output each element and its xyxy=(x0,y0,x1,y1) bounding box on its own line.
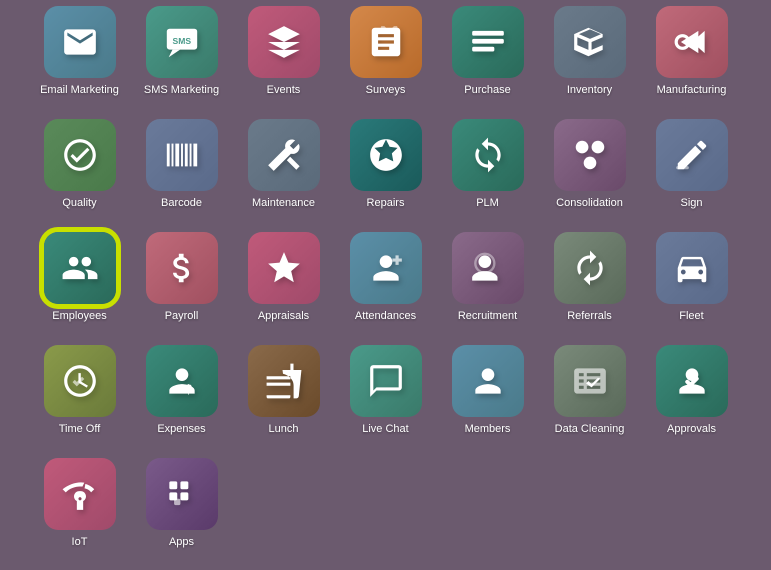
app-icon-employees xyxy=(44,232,116,304)
app-item-email-marketing[interactable]: Email Marketing xyxy=(35,0,125,98)
app-label-events: Events xyxy=(267,84,301,97)
app-icon-apps xyxy=(146,458,218,530)
app-label-quality: Quality xyxy=(62,197,96,210)
app-label-recruitment: Recruitment xyxy=(458,310,517,323)
app-item-quality[interactable]: Quality xyxy=(35,106,125,211)
app-item-attendances[interactable]: Attendances xyxy=(341,219,431,324)
app-item-payroll[interactable]: Payroll xyxy=(137,219,227,324)
app-icon-consolidation xyxy=(554,119,626,191)
app-item-purchase[interactable]: Purchase xyxy=(443,0,533,98)
app-item-barcode[interactable]: Barcode xyxy=(137,106,227,211)
app-icon-fleet xyxy=(656,232,728,304)
app-item-plm[interactable]: PLM xyxy=(443,106,533,211)
app-icon-purchase xyxy=(452,6,524,78)
app-icon-recruitment xyxy=(452,232,524,304)
app-item-sms-marketing[interactable]: SMS SMS Marketing xyxy=(137,0,227,98)
app-item-consolidation[interactable]: Consolidation xyxy=(545,106,635,211)
app-icon-payroll xyxy=(146,232,218,304)
app-icon-approvals xyxy=(656,345,728,417)
app-icon-sign xyxy=(656,119,728,191)
app-icon-sms-marketing: SMS xyxy=(146,6,218,78)
app-icon-manufacturing xyxy=(656,6,728,78)
app-icon-members xyxy=(452,345,524,417)
app-label-apps: Apps xyxy=(169,536,194,549)
app-item-recruitment[interactable]: Recruitment xyxy=(443,219,533,324)
app-item-members[interactable]: Members xyxy=(443,332,533,437)
app-icon-inventory xyxy=(554,6,626,78)
app-label-attendances: Attendances xyxy=(355,310,416,323)
app-label-sign: Sign xyxy=(680,197,702,210)
app-label-repairs: Repairs xyxy=(367,197,405,210)
app-label-purchase: Purchase xyxy=(464,84,510,97)
app-icon-iot xyxy=(44,458,116,530)
app-label-referrals: Referrals xyxy=(567,310,612,323)
app-item-approvals[interactable]: Approvals xyxy=(647,332,737,437)
svg-text:SMS: SMS xyxy=(172,36,191,46)
app-icon-time-off xyxy=(44,345,116,417)
app-item-time-off[interactable]: Time Off xyxy=(35,332,125,437)
app-label-manufacturing: Manufacturing xyxy=(657,84,727,97)
app-label-time-off: Time Off xyxy=(59,423,101,436)
app-icon-referrals xyxy=(554,232,626,304)
app-item-maintenance[interactable]: Maintenance xyxy=(239,106,329,211)
app-icon-surveys xyxy=(350,6,422,78)
app-label-data-cleaning: Data Cleaning xyxy=(555,423,625,436)
app-label-expenses: Expenses xyxy=(157,423,205,436)
app-icon-plm xyxy=(452,119,524,191)
app-item-expenses[interactable]: $ Expenses xyxy=(137,332,227,437)
app-icon-email-marketing xyxy=(44,6,116,78)
app-icon-expenses: $ xyxy=(146,345,218,417)
app-item-inventory[interactable]: Inventory xyxy=(545,0,635,98)
app-label-consolidation: Consolidation xyxy=(556,197,623,210)
app-item-fleet[interactable]: Fleet xyxy=(647,219,737,324)
app-label-email-marketing: Email Marketing xyxy=(40,84,119,97)
app-label-surveys: Surveys xyxy=(366,84,406,97)
app-label-lunch: Lunch xyxy=(269,423,299,436)
svg-text:$: $ xyxy=(185,383,192,397)
app-icon-live-chat xyxy=(350,345,422,417)
app-item-data-cleaning[interactable]: Data Cleaning xyxy=(545,332,635,437)
app-icon-quality xyxy=(44,119,116,191)
app-icon-attendances xyxy=(350,232,422,304)
app-label-sms-marketing: SMS Marketing xyxy=(144,84,219,97)
app-item-manufacturing[interactable]: Manufacturing xyxy=(647,0,737,98)
app-label-barcode: Barcode xyxy=(161,197,202,210)
app-item-sign[interactable]: Sign xyxy=(647,106,737,211)
app-label-iot: IoT xyxy=(72,536,88,549)
app-label-payroll: Payroll xyxy=(165,310,199,323)
app-label-plm: PLM xyxy=(476,197,499,210)
app-icon-lunch xyxy=(248,345,320,417)
app-item-employees[interactable]: Employees xyxy=(35,219,125,324)
app-item-referrals[interactable]: Referrals xyxy=(545,219,635,324)
app-label-fleet: Fleet xyxy=(679,310,703,323)
app-icon-events xyxy=(248,6,320,78)
app-item-appraisals[interactable]: Appraisals xyxy=(239,219,329,324)
app-item-iot[interactable]: IoT xyxy=(35,445,125,550)
app-item-apps[interactable]: Apps xyxy=(137,445,227,550)
app-item-lunch[interactable]: Lunch xyxy=(239,332,329,437)
app-item-surveys[interactable]: Surveys xyxy=(341,0,431,98)
app-label-members: Members xyxy=(465,423,511,436)
app-item-repairs[interactable]: Repairs xyxy=(341,106,431,211)
app-label-maintenance: Maintenance xyxy=(252,197,315,210)
app-grid: Email Marketing SMS SMS Marketing Events Sur… xyxy=(17,0,755,570)
app-label-live-chat: Live Chat xyxy=(362,423,408,436)
app-item-live-chat[interactable]: Live Chat xyxy=(341,332,431,437)
app-icon-appraisals xyxy=(248,232,320,304)
app-label-approvals: Approvals xyxy=(667,423,716,436)
app-item-events[interactable]: Events xyxy=(239,0,329,98)
app-label-employees: Employees xyxy=(52,310,106,323)
app-label-inventory: Inventory xyxy=(567,84,612,97)
app-icon-repairs xyxy=(350,119,422,191)
app-label-appraisals: Appraisals xyxy=(258,310,309,323)
app-icon-data-cleaning xyxy=(554,345,626,417)
app-icon-barcode xyxy=(146,119,218,191)
app-icon-maintenance xyxy=(248,119,320,191)
